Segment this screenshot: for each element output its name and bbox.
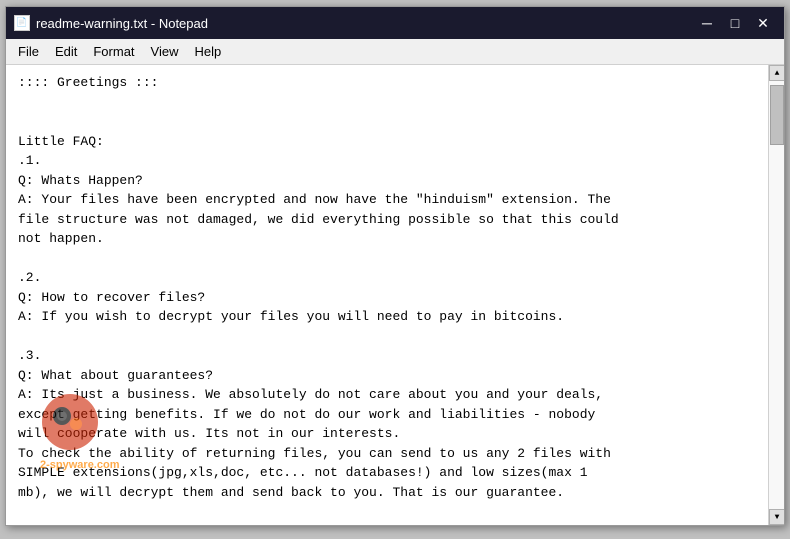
title-bar-left: 📄 readme-warning.txt - Notepad: [14, 15, 208, 31]
menu-edit[interactable]: Edit: [47, 42, 85, 61]
close-button[interactable]: ✕: [750, 12, 776, 34]
menu-format[interactable]: Format: [85, 42, 142, 61]
minimize-button[interactable]: ─: [694, 12, 720, 34]
title-buttons: ─ □ ✕: [694, 12, 776, 34]
scrollbar-thumb[interactable]: [770, 85, 784, 145]
scroll-up-button[interactable]: ▲: [769, 65, 784, 81]
vertical-scrollbar[interactable]: ▲ ▼: [768, 65, 784, 525]
menu-bar: File Edit Format View Help: [6, 39, 784, 65]
menu-view[interactable]: View: [143, 42, 187, 61]
menu-file[interactable]: File: [10, 42, 47, 61]
title-bar: 📄 readme-warning.txt - Notepad ─ □ ✕: [6, 7, 784, 39]
maximize-button[interactable]: □: [722, 12, 748, 34]
window-title: readme-warning.txt - Notepad: [36, 16, 208, 31]
notepad-window: 📄 readme-warning.txt - Notepad ─ □ ✕ Fil…: [5, 6, 785, 526]
scrollbar-track[interactable]: [769, 81, 784, 509]
content-area: :::: Greetings ::: Little FAQ: .1. Q: Wh…: [6, 65, 784, 525]
scroll-down-button[interactable]: ▼: [769, 509, 784, 525]
app-icon: 📄: [14, 15, 30, 31]
menu-help[interactable]: Help: [186, 42, 229, 61]
text-editor[interactable]: :::: Greetings ::: Little FAQ: .1. Q: Wh…: [6, 65, 768, 525]
